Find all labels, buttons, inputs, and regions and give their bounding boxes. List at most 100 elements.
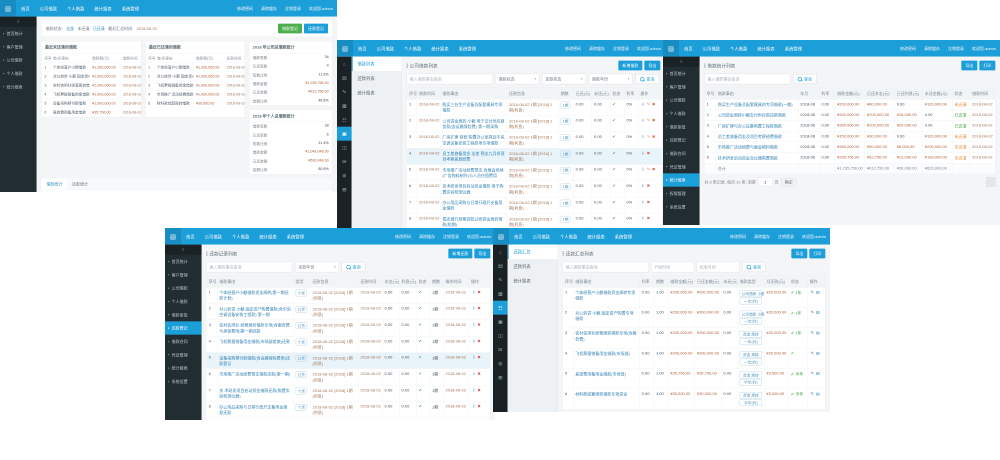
navbar-menu-item[interactable]: 统计报表 bbox=[582, 228, 609, 245]
submenu-item[interactable]: 还款列表 bbox=[508, 259, 558, 273]
rail-module-icon[interactable]: ▤ bbox=[337, 71, 352, 85]
table-row[interactable]: 7 技 术研发项目启动资金借款还款(购置实验检测仪器) 个贷 2018-08-0… bbox=[207, 385, 491, 401]
table-row[interactable]: 6 技术研发启动资金及仪器购置借款 2018-08 0.00 ¥235,756.… bbox=[705, 153, 996, 164]
cell-reason[interactable]: 厂房扩建与办公设备购置工程款借款 bbox=[716, 121, 798, 132]
sidebar-collapse-toggle[interactable]: ≡ bbox=[165, 245, 202, 255]
sidebar-item[interactable]: ▸ 首页统计 bbox=[165, 255, 202, 268]
table-row[interactable]: 1 购买生产设备及配套模具的专项借款(一期) 2018-08 0.00 ¥200… bbox=[705, 99, 996, 110]
navbar-menu-item[interactable]: 统计报表 bbox=[426, 40, 453, 57]
table-row[interactable]: 4 飞机票报销备用金借款 ¥1,000,000.00 2018-08-02 bbox=[42, 90, 141, 99]
rail-module-icon[interactable]: ▣ bbox=[337, 127, 352, 141]
edit-icon[interactable]: ✎ bbox=[811, 330, 814, 335]
edit-icon[interactable]: ✎ bbox=[811, 351, 814, 356]
navbar-menu-item[interactable]: 个人借款 bbox=[227, 228, 254, 245]
download-icon[interactable]: ⇩ bbox=[641, 167, 644, 172]
sidebar-item[interactable]: ▸ 权限管理 bbox=[663, 187, 700, 200]
sidebar-item[interactable]: ▸ 借款合同 bbox=[165, 335, 202, 348]
download-icon[interactable]: ⇩ bbox=[641, 118, 644, 123]
rail-module-icon[interactable]: ◫ bbox=[337, 141, 352, 155]
submenu-item[interactable]: 借款列表 bbox=[352, 57, 402, 71]
download-icon[interactable]: ⇩ bbox=[472, 404, 475, 409]
delete-icon[interactable]: ✖ bbox=[647, 200, 650, 205]
search-input[interactable] bbox=[563, 262, 649, 273]
navbar-menu-item[interactable]: 首页 bbox=[509, 228, 528, 245]
table-row[interactable]: 1 个体经营户小额借款 ¥1,200,000.00 2018-08-02 bbox=[42, 63, 141, 72]
download-icon[interactable]: ⇩ bbox=[641, 102, 644, 107]
sidebar-item[interactable]: ▸ 还款登记 bbox=[165, 321, 202, 334]
search-button[interactable]: 查询 bbox=[793, 74, 817, 84]
cell-reason[interactable]: 对公转贷 小额 固定资产购置专项借款 bbox=[573, 308, 639, 328]
navbar-menu-item[interactable]: 公司借款 bbox=[372, 40, 399, 57]
cell-reason[interactable]: 偿还银行到期贷款过桥资金周转借款(短期)还款 bbox=[217, 418, 293, 420]
date-to-input[interactable] bbox=[697, 262, 740, 273]
cell-reason[interactable]: 材料款结算周转借款专项资金 bbox=[573, 389, 639, 409]
delete-icon[interactable]: ✖ bbox=[647, 216, 650, 221]
header-action-button[interactable]: 导出 bbox=[961, 61, 977, 71]
sidebar-item[interactable]: ▸ 凭证管理 bbox=[663, 160, 700, 173]
navbar-user-item[interactable]: 欢迎您:admin bbox=[305, 0, 337, 17]
submenu-item[interactable]: 还款汇总 bbox=[508, 245, 558, 259]
edit-icon[interactable]: ✎ bbox=[647, 134, 650, 139]
edit-icon[interactable]: ✎ bbox=[647, 102, 650, 107]
table-row[interactable]: 1 个体经营户小额借款资金周转专项借款 0.00 1.00 ¥200,000.0… bbox=[563, 287, 825, 307]
table-row[interactable]: 5 差旅费用备用金借款(市场部) 0.00 1.00 ¥35,756.00 ¥3… bbox=[563, 369, 825, 389]
cell-reason[interactable]: 员工差旅备用金及项目考察经费借款 bbox=[716, 131, 798, 142]
delete-icon[interactable]: ✖ bbox=[477, 404, 480, 409]
table-row[interactable]: 8 办公用品采购与日常行政开支备用金借款还款 个贷 2018-08-02 [20… bbox=[207, 402, 491, 418]
navbar-menu-item[interactable]: 公司借款 bbox=[35, 0, 62, 17]
cell-reason[interactable]: 个体经营户小额借款资金周转(第一期还款计划) bbox=[217, 287, 293, 303]
cell-reason[interactable]: 厂房扩建 装修 购置办公家具及中央空调设备安装工程款项专项借款 bbox=[440, 132, 507, 148]
view-icon[interactable]: ▤ bbox=[816, 310, 820, 315]
view-icon[interactable]: ▤ bbox=[816, 371, 820, 376]
cell-reason[interactable]: 市场推广活动经费与展会物料借款 bbox=[716, 142, 798, 153]
delete-icon[interactable]: ✖ bbox=[652, 134, 655, 139]
sidebar-item[interactable]: ▸ 客户管理 bbox=[0, 40, 37, 53]
submenu-item[interactable]: 统计报表 bbox=[508, 273, 558, 287]
table-row[interactable]: 5 市场推广活动经费与展会物料借款 2018-08 0.00 ¥250,000.… bbox=[705, 142, 996, 153]
cell-reason[interactable]: 技术研发启动资金及仪器购置借款 bbox=[716, 153, 798, 164]
download-icon[interactable]: ⇩ bbox=[472, 290, 475, 295]
download-icon[interactable]: ⇩ bbox=[641, 151, 644, 156]
table-row[interactable]: 6 差旅费用备用金借款 ¥35,756.00 2018-08-02 bbox=[42, 108, 141, 117]
search-input[interactable] bbox=[704, 74, 790, 85]
cell-reason[interactable]: 农村信用社 经营周转借款专项(含服务费与担保费用)第一期还款 bbox=[217, 320, 293, 336]
rail-module-icon[interactable]: ⛃ bbox=[493, 371, 508, 385]
navbar-user-item[interactable]: 欢迎您:admin bbox=[633, 40, 665, 57]
navbar-user-item[interactable]: 修改密码 bbox=[391, 228, 415, 245]
navbar-menu-item[interactable]: 首页 bbox=[16, 0, 35, 17]
navbar-menu-item[interactable]: 公司借款 bbox=[528, 228, 555, 245]
delete-icon[interactable]: ✖ bbox=[477, 355, 480, 360]
sidebar-item[interactable]: ▸ 统计报表 bbox=[165, 361, 202, 374]
sidebar-item[interactable]: ▸ 个人借款 bbox=[165, 295, 202, 308]
cell-reason[interactable]: 办公用品采购与日常行政开支备用金借款 bbox=[440, 197, 507, 213]
navbar-menu-item[interactable]: 首页 bbox=[679, 40, 698, 57]
delete-icon[interactable]: ✖ bbox=[477, 339, 480, 344]
cell-reason[interactable]: 购买生产设备及配套模具的专项借款(一期) bbox=[716, 99, 798, 110]
navbar-user-item[interactable]: 清除缓存 bbox=[920, 40, 944, 57]
filter-link[interactable]: 全部 bbox=[66, 26, 74, 32]
table-row[interactable]: 3 2018-08-02 厂房扩建 装修 购置办公家具及中央空调设备安装工程款项… bbox=[407, 132, 662, 148]
rail-module-icon[interactable]: ⌂ bbox=[337, 57, 352, 71]
table-row[interactable]: 4 飞机票报销备用金借款(市场部) 0.00 1.00 ¥200,000.00 … bbox=[563, 348, 825, 368]
sidebar-collapse-toggle[interactable]: ≡ bbox=[0, 17, 37, 27]
edit-icon[interactable]: ✎ bbox=[811, 371, 814, 376]
sidebar-item[interactable]: ▸ 公司借款 bbox=[663, 93, 700, 106]
rail-module-icon[interactable]: ◫ bbox=[493, 329, 508, 343]
cell-reason[interactable]: 技术研发项目启动资金借款 用于购置实验检测仪器 bbox=[440, 181, 507, 197]
sidebar-item[interactable]: ▸ 系统设置 bbox=[663, 200, 700, 213]
search-button[interactable]: 查询 bbox=[742, 262, 766, 272]
edit-icon[interactable]: ✎ bbox=[811, 290, 814, 295]
rail-module-icon[interactable]: ✉ bbox=[493, 343, 508, 357]
edit-icon[interactable]: ✎ bbox=[811, 391, 814, 396]
table-row[interactable]: 3 厂房扩建与办公设备购置工程款借款 2018-08 0.00 ¥200,000… bbox=[705, 121, 996, 132]
navbar-menu-item[interactable]: 系统管理 bbox=[117, 0, 144, 17]
cell-reason[interactable]: 飞机票报销备用金借款(市场部) bbox=[573, 348, 639, 368]
edit-icon[interactable]: ✎ bbox=[811, 310, 814, 315]
delete-icon[interactable]: ✖ bbox=[477, 306, 480, 311]
delete-icon[interactable]: ✖ bbox=[477, 388, 480, 393]
sidebar-collapse-toggle[interactable]: ≡ bbox=[663, 57, 700, 67]
table-row[interactable]: 1 个体经营户小额借款资金周转(第一期还款计划) 个贷 2018-08-02 [… bbox=[207, 287, 491, 303]
download-icon[interactable]: ⇩ bbox=[472, 371, 475, 376]
download-icon[interactable]: ⇩ bbox=[472, 322, 475, 327]
sidebar-item[interactable]: ▸ 客户管理 bbox=[165, 268, 202, 281]
